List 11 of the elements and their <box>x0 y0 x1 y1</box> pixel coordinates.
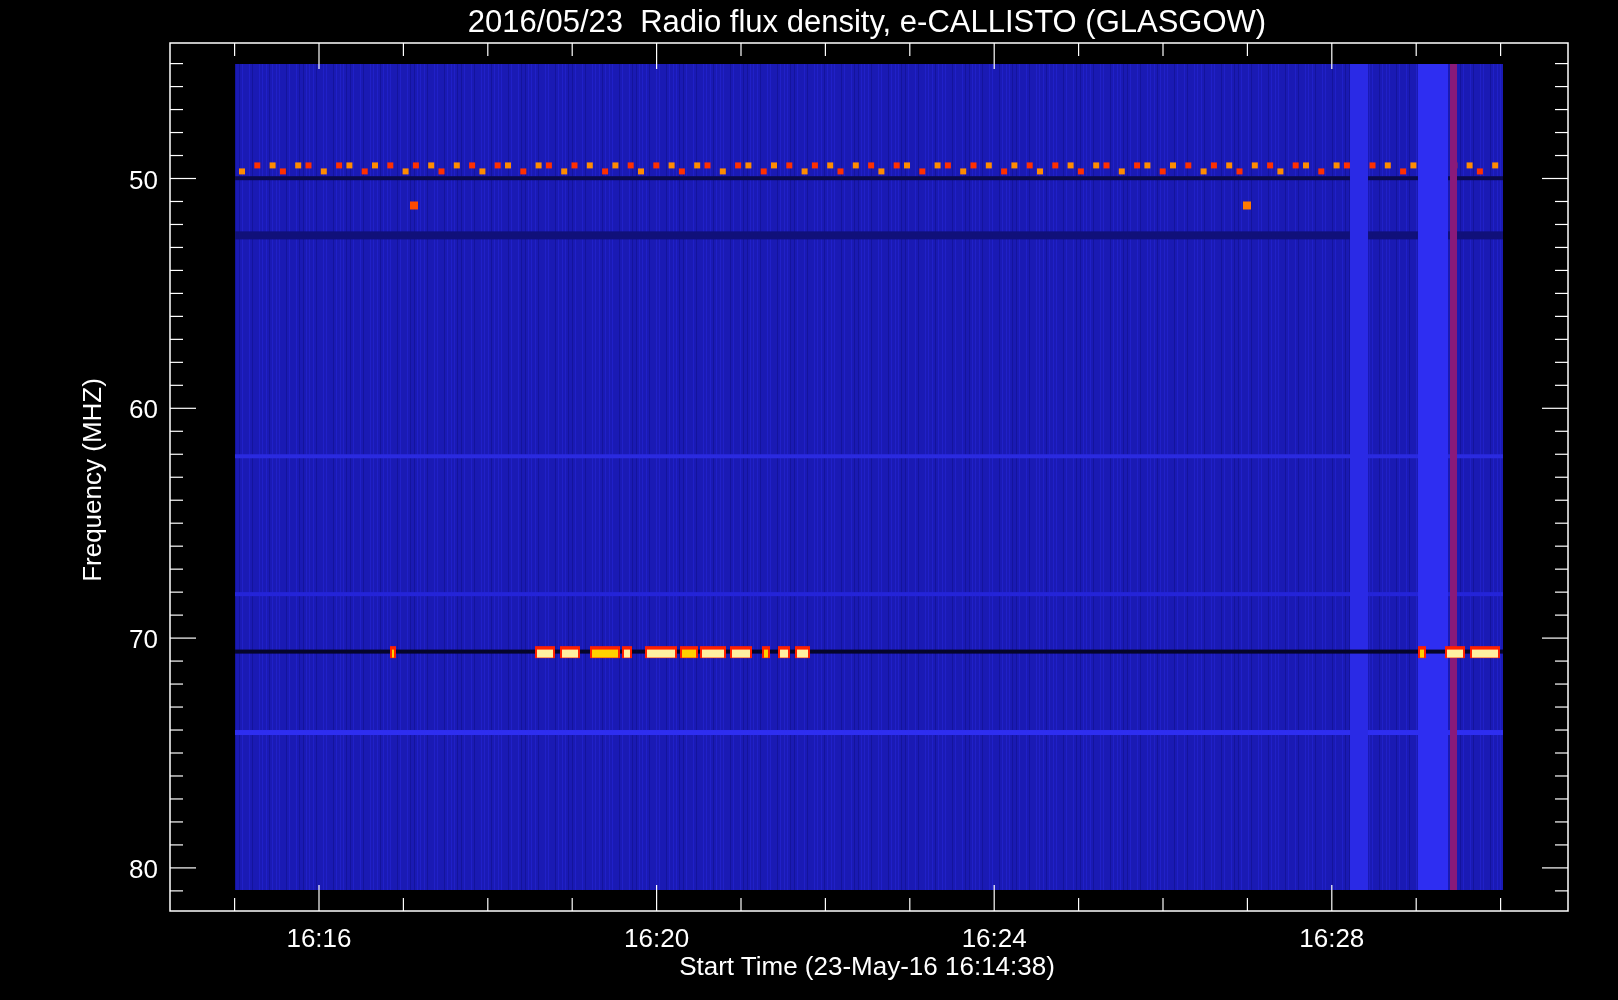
y-tick-label: 80 <box>129 853 158 884</box>
x-axis-label: Start Time (23-May-16 16:14:38) <box>679 951 1055 981</box>
plot-title: 2016/05/23 Radio flux density, e-CALLISTO (GLASGOW) <box>467 4 1267 39</box>
y-tick-label: 70 <box>129 624 158 655</box>
x-tick-label: 16:28 <box>1299 923 1365 953</box>
y-axis-label: Frequency (MHZ) <box>77 378 107 582</box>
x-tick-label: 16:16 <box>286 923 352 953</box>
x-tick-label: 16:20 <box>624 923 690 953</box>
y-tick-label: 60 <box>129 394 158 425</box>
y-tick-label: 50 <box>129 164 158 195</box>
x-tick-label: 16:24 <box>961 923 1027 953</box>
